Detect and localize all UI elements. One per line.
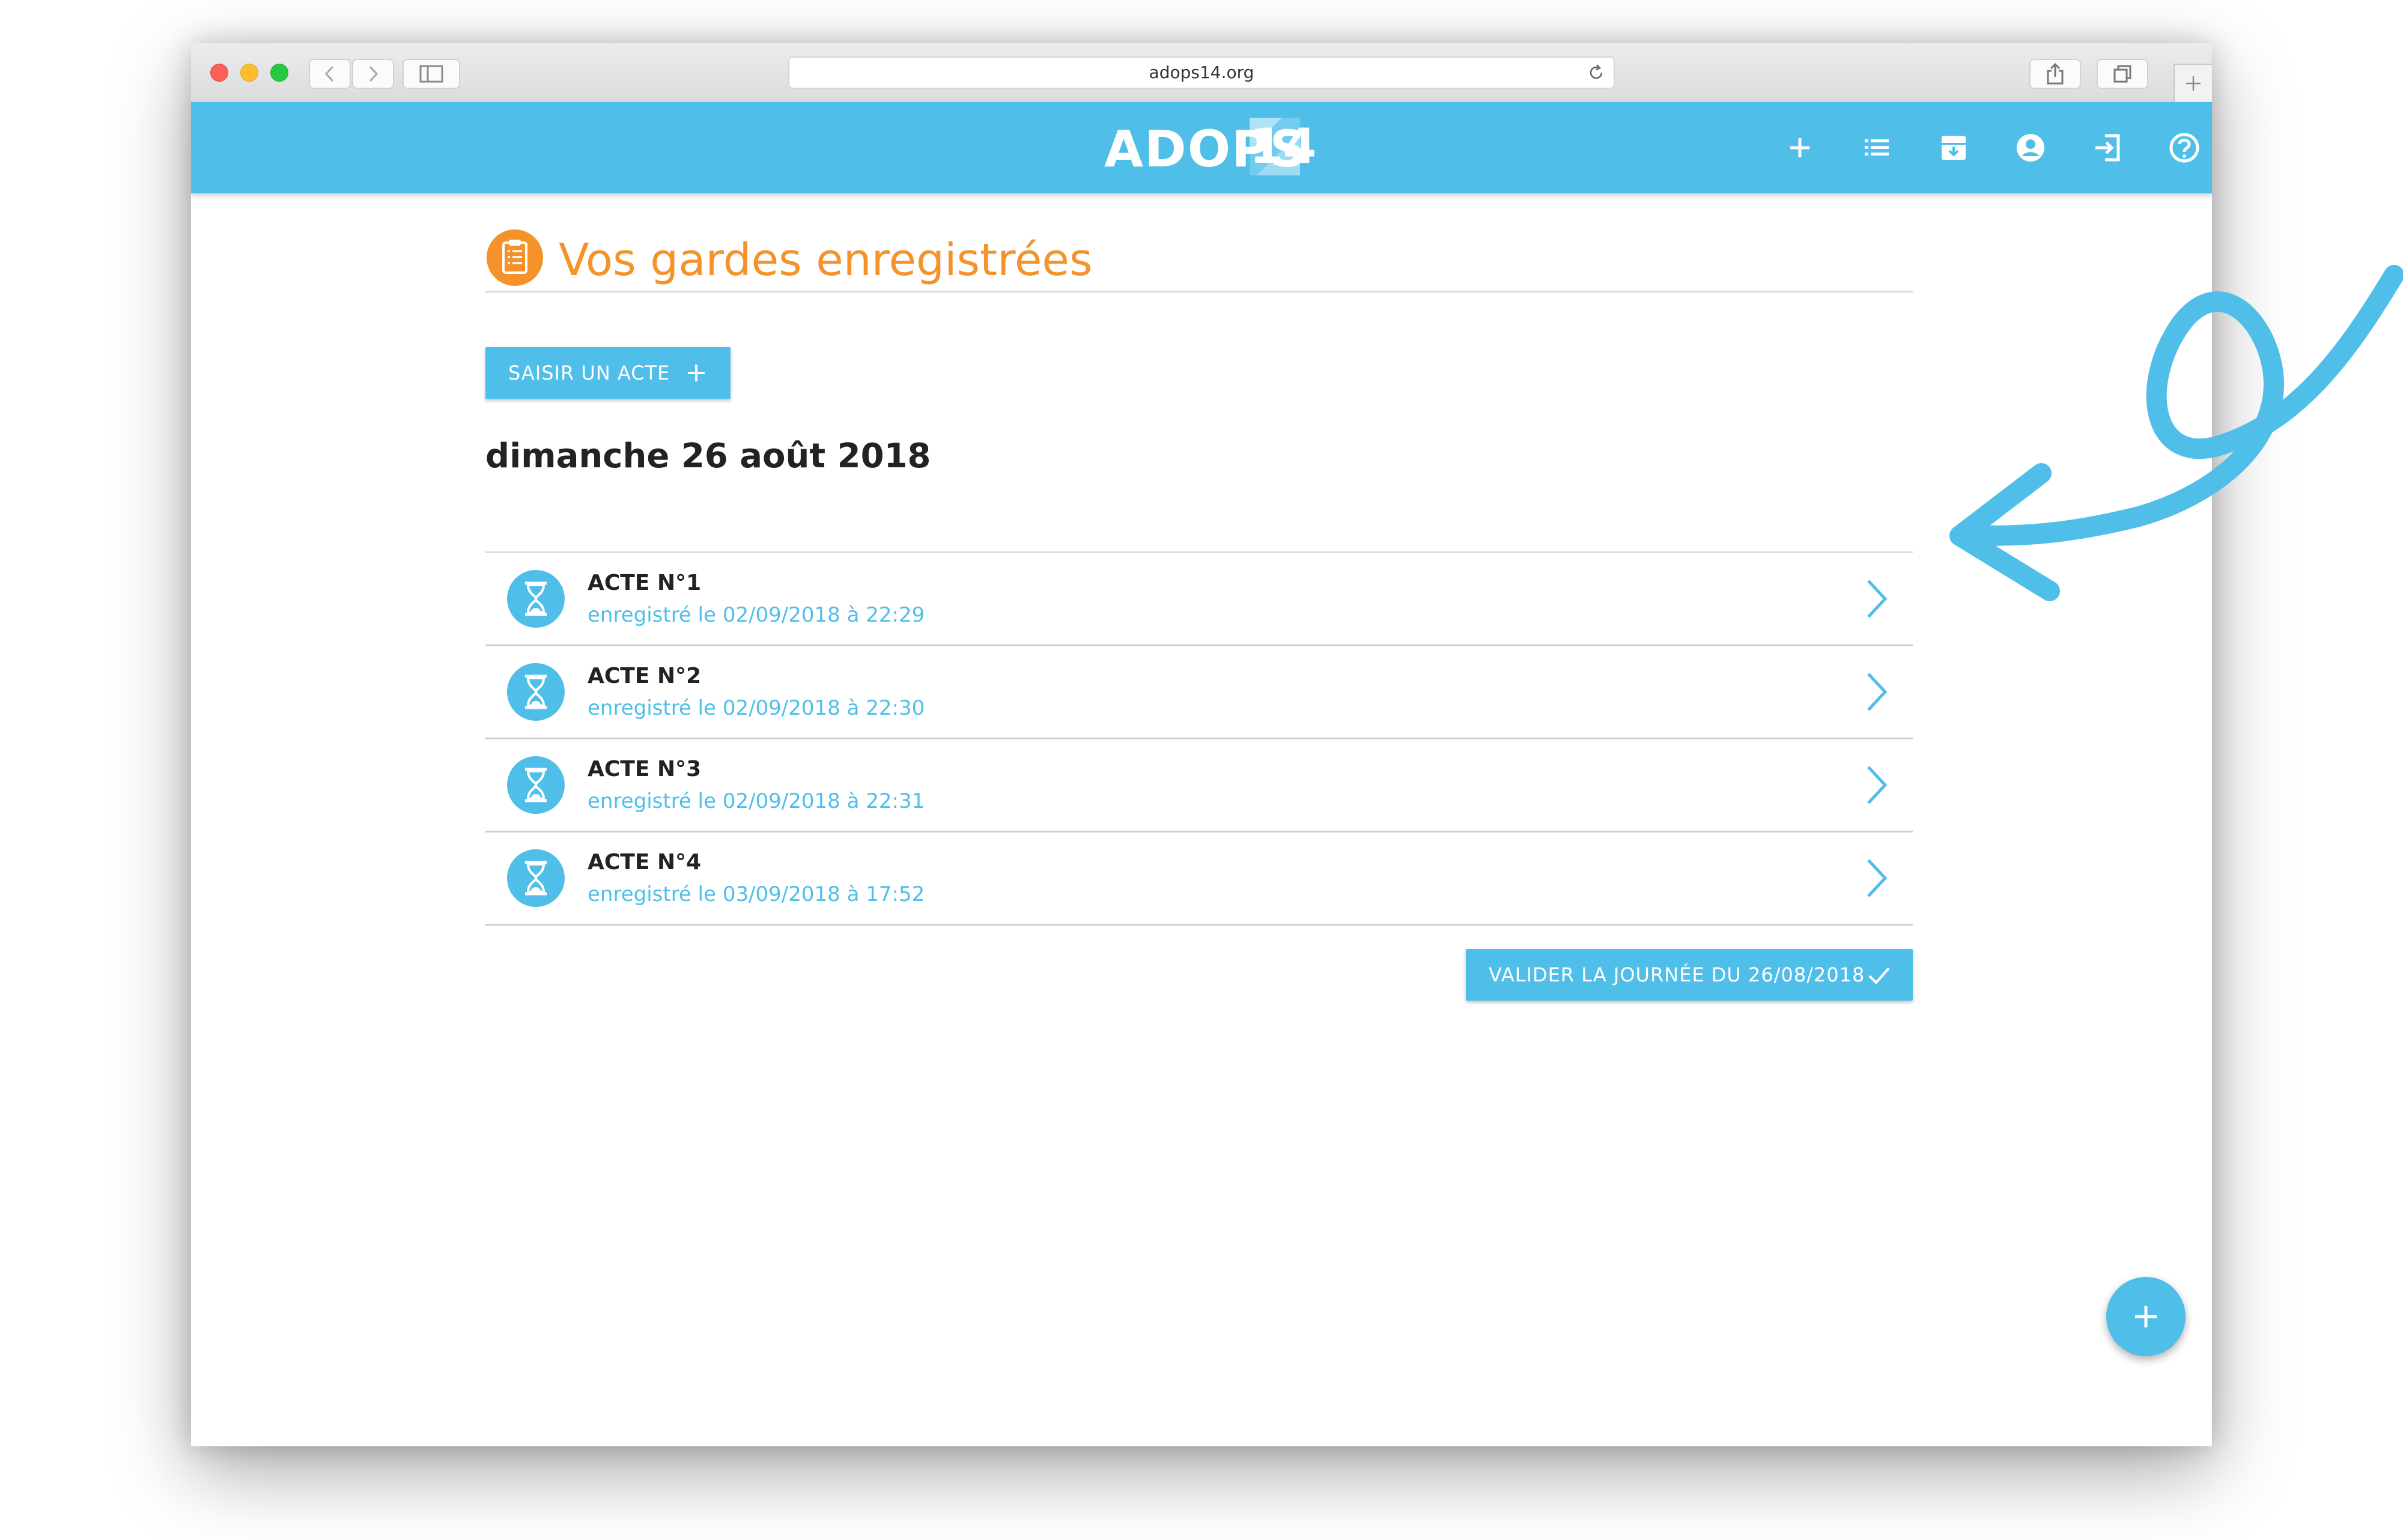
plus-icon: [2186, 76, 2201, 91]
forward-button[interactable]: [352, 59, 394, 89]
browser-window: adops14.org ADOPS 14 Vos gardes enregist…: [191, 43, 2212, 1446]
address-url: adops14.org: [1149, 62, 1254, 82]
share-icon: [2047, 62, 2064, 85]
tabs-overview-button[interactable]: [2097, 59, 2148, 89]
close-window-button[interactable]: [210, 64, 228, 82]
back-button[interactable]: [309, 59, 351, 89]
acte-row-2[interactable]: ACTE N°2 enregistré le 02/09/2018 à 22:3…: [485, 646, 1913, 739]
floating-add-button[interactable]: [2106, 1277, 2186, 1356]
account-icon[interactable]: [2014, 131, 2047, 165]
acte-timestamp: enregistré le 02/09/2018 à 22:29: [588, 603, 925, 627]
chevron-right-icon: [1867, 859, 1888, 897]
reload-icon[interactable]: [1587, 64, 1605, 82]
plus-icon: [2135, 1306, 2157, 1327]
hourglass-icon: [507, 570, 565, 628]
check-icon: [1868, 967, 1890, 984]
list-icon[interactable]: [1860, 131, 1894, 165]
sidebar-toggle-button[interactable]: [403, 59, 460, 89]
acte-row-1[interactable]: ACTE N°1 enregistré le 02/09/2018 à 22:2…: [485, 553, 1913, 646]
sidebar-icon: [419, 65, 443, 83]
plus-icon[interactable]: [1783, 131, 1817, 165]
page-title: Vos gardes enregistrées: [559, 234, 1093, 286]
acte-row-3[interactable]: ACTE N°3 enregistré le 02/09/2018 à 22:3…: [485, 739, 1913, 832]
day-heading: dimanche 26 août 2018: [485, 437, 931, 476]
acte-title: ACTE N°4: [588, 850, 702, 875]
acte-list: ACTE N°1 enregistré le 02/09/2018 à 22:2…: [485, 551, 1913, 926]
archive-icon[interactable]: [1937, 131, 1970, 165]
valider-journee-label: VALIDER LA JOURNÉE DU 26/08/2018: [1489, 963, 1865, 986]
page-header: Vos gardes enregistrées: [485, 225, 1913, 293]
acte-title: ACTE N°1: [588, 571, 702, 595]
share-button[interactable]: [2029, 59, 2081, 89]
saisir-acte-label: SAISIR UN ACTE: [508, 362, 670, 384]
acte-timestamp: enregistré le 02/09/2018 à 22:30: [588, 696, 925, 720]
hourglass-icon: [507, 849, 565, 907]
clipboard-icon: [487, 229, 543, 286]
hourglass-icon: [507, 756, 565, 814]
address-bar[interactable]: adops14.org: [788, 56, 1615, 89]
new-tab-button[interactable]: [2174, 64, 2212, 102]
saisir-acte-button[interactable]: SAISIR UN ACTE: [485, 347, 731, 399]
chevron-right-icon: [1867, 580, 1888, 618]
chevron-right-icon: [1867, 673, 1888, 711]
tabs-icon: [2113, 65, 2131, 83]
valider-journee-button[interactable]: VALIDER LA JOURNÉE DU 26/08/2018: [1466, 949, 1913, 1001]
help-icon[interactable]: [2168, 131, 2201, 165]
acte-title: ACTE N°2: [588, 664, 702, 688]
acte-title: ACTE N°3: [588, 757, 702, 781]
chevron-left-icon: [324, 65, 334, 82]
plus-icon: [688, 365, 705, 381]
chevron-right-icon: [1867, 766, 1888, 804]
zoom-window-button[interactable]: [270, 64, 288, 82]
logout-icon[interactable]: [2091, 131, 2124, 165]
chevron-right-icon: [369, 65, 378, 82]
minimize-window-button[interactable]: [240, 64, 258, 82]
acte-timestamp: enregistré le 03/09/2018 à 17:52: [588, 882, 925, 906]
app-logo-number: 14: [1250, 118, 1317, 175]
acte-row-4[interactable]: ACTE N°4 enregistré le 03/09/2018 à 17:5…: [485, 832, 1913, 926]
acte-timestamp: enregistré le 02/09/2018 à 22:31: [588, 789, 925, 813]
browser-toolbar: adops14.org: [191, 43, 2212, 103]
hourglass-icon: [507, 663, 565, 721]
app-header: ADOPS 14: [191, 102, 2212, 193]
